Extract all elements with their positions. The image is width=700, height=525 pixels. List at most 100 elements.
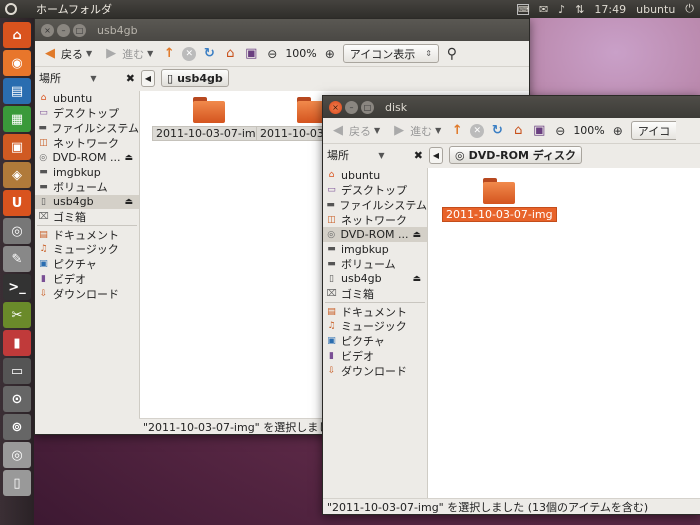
sidebar-item[interactable]: ⌧ ゴミ箱	[323, 286, 427, 301]
view-select[interactable]: アイコン表示 ⇕	[342, 44, 439, 63]
launcher-window-app-icon[interactable]: ▭	[3, 358, 31, 384]
launcher-home-folder-icon[interactable]: ⌂	[3, 22, 31, 48]
power-icon[interactable]: ⏻	[685, 2, 694, 16]
sidebar-item[interactable]: ▤ ドキュメント	[35, 227, 139, 242]
launcher-writer-icon[interactable]: ▤	[3, 78, 31, 104]
view-select[interactable]: アイコ	[630, 121, 677, 140]
maximize-button[interactable]: □	[361, 100, 374, 114]
sidebar-item[interactable]: ◫ ネットワーク	[35, 135, 139, 150]
search-icon[interactable]: ⚲	[444, 46, 460, 62]
forward-button[interactable]: ▶ 進む ▼	[100, 46, 156, 62]
sidebar-item[interactable]: ▯ usb4gb ⏏	[323, 272, 427, 287]
chevron-down-icon[interactable]: ▼	[90, 74, 96, 83]
sidebar-item[interactable]: ▬ ボリューム	[35, 180, 139, 195]
launcher-text-editor-icon[interactable]: ✎	[3, 246, 31, 272]
eject-icon[interactable]: ⏏	[412, 230, 421, 240]
sidebar-item[interactable]: ◎ DVD-ROM ... ⏏	[323, 227, 427, 242]
sidebar-item[interactable]: ⇩ ダウンロード	[323, 363, 427, 378]
home-icon[interactable]: ⌂	[222, 46, 238, 62]
crumb-dvd-rom[interactable]: ◎ DVD-ROM ディスク	[449, 146, 582, 164]
eject-icon[interactable]: ⏏	[124, 153, 133, 163]
launcher-pencils-icon[interactable]: ▮	[3, 330, 31, 356]
ubuntu-logo-icon[interactable]	[0, 0, 22, 18]
sidebar-item[interactable]: ♫ ミュージック	[323, 319, 427, 334]
minimize-button[interactable]: –	[345, 100, 358, 114]
zoom-in-icon[interactable]: ⊕	[610, 123, 626, 139]
sidebar-item[interactable]: ▮ ビデオ	[35, 272, 139, 287]
back-button[interactable]: ◀ 戻る ▼	[327, 123, 383, 139]
zoom-out-icon[interactable]: ⊖	[552, 123, 568, 139]
sidebar-item[interactable]: ⌧ ゴミ箱	[35, 209, 139, 224]
sidebar-title[interactable]: 場所	[39, 70, 61, 86]
sidebar-item[interactable]: ▣ ピクチャ	[323, 334, 427, 349]
titlebar[interactable]: × – □ usb4gb	[35, 19, 529, 41]
launcher-camera-icon[interactable]: ◎	[3, 218, 31, 244]
sidebar-item[interactable]: ▭ デスクトップ	[323, 183, 427, 198]
sidebar-item[interactable]: ◫ ネットワーク	[323, 212, 427, 227]
reload-icon[interactable]: ↻	[489, 123, 505, 139]
close-button[interactable]: ×	[329, 100, 342, 114]
sidebar-item[interactable]: ▭ デスクトップ	[35, 106, 139, 121]
workspace-switcher[interactable]	[660, 471, 690, 495]
sidebar-item[interactable]: ◎ DVD-ROM ... ⏏	[35, 150, 139, 165]
up-arrow-icon[interactable]: ↑	[449, 123, 465, 139]
launcher-software-center-icon[interactable]: ◈	[3, 162, 31, 188]
launcher-tools-icon[interactable]: ✂	[3, 302, 31, 328]
folder-item[interactable]: 2011-10-03-07-img	[152, 97, 267, 141]
sidebar-item[interactable]: ⌂ ubuntu	[35, 91, 139, 106]
clock[interactable]: 17:49	[594, 3, 626, 16]
eject-icon[interactable]: ⏏	[124, 197, 133, 207]
launcher-impress-icon[interactable]: ▣	[3, 134, 31, 160]
sidebar-item[interactable]: ▬ imgbkup	[35, 165, 139, 180]
crumb-left-icon[interactable]: ◀	[429, 146, 443, 164]
launcher-search-app-icon[interactable]: ⊚	[3, 414, 31, 440]
reload-icon[interactable]: ↻	[201, 46, 217, 62]
file-view[interactable]: 2011-10-03-07-img	[427, 168, 700, 514]
keyboard-icon[interactable]: ⌨	[516, 3, 529, 15]
back-button[interactable]: ◀ 戻る ▼	[39, 46, 95, 62]
crumb-left-icon[interactable]: ◀	[141, 69, 155, 87]
stop-icon[interactable]: ✕	[470, 123, 485, 138]
forward-button[interactable]: ▶ 進む ▼	[388, 123, 444, 139]
minimize-button[interactable]: –	[57, 23, 70, 37]
launcher-disc-icon[interactable]: ◎	[3, 442, 31, 468]
zoom-in-icon[interactable]: ⊕	[322, 46, 338, 62]
sidebar-item[interactable]: ▯ usb4gb ⏏	[35, 194, 139, 210]
zoom-out-icon[interactable]: ⊖	[264, 46, 280, 62]
sidebar-item[interactable]: ▬ imgbkup	[323, 242, 427, 257]
sidebar-item[interactable]: ⇩ ダウンロード	[35, 286, 139, 301]
home-icon[interactable]: ⌂	[510, 123, 526, 139]
up-arrow-icon[interactable]: ↑	[161, 46, 177, 62]
eject-icon[interactable]: ⏏	[412, 274, 421, 284]
sidebar-item[interactable]: ♫ ミュージック	[35, 242, 139, 257]
sidebar-item[interactable]: ⌂ ubuntu	[323, 168, 427, 183]
stop-icon[interactable]: ✕	[182, 46, 197, 61]
launcher-zoom-app-icon[interactable]: ⊙	[3, 386, 31, 412]
computer-icon[interactable]: ▣	[531, 123, 547, 139]
folder-item-selected[interactable]: 2011-10-03-07-img	[442, 178, 557, 222]
titlebar[interactable]: × – □ disk	[323, 96, 700, 118]
launcher-terminal-icon[interactable]: >_	[3, 274, 31, 300]
maximize-button[interactable]: □	[73, 23, 86, 37]
sidebar-item[interactable]: ▬ ボリューム	[323, 257, 427, 272]
sidebar-item[interactable]: ▤ ドキュメント	[323, 304, 427, 319]
email-icon[interactable]: ✉	[539, 3, 548, 16]
crumb-usb4gb[interactable]: ▯ usb4gb	[161, 69, 229, 87]
launcher-ubuntu-one-icon[interactable]: U	[3, 190, 31, 216]
network-icon[interactable]: ⇅	[575, 3, 584, 16]
computer-icon[interactable]: ▣	[243, 46, 259, 62]
close-sidebar-icon[interactable]: ✖	[126, 72, 135, 85]
launcher-calc-icon[interactable]: ▦	[3, 106, 31, 132]
close-button[interactable]: ×	[41, 23, 54, 37]
user-menu[interactable]: ubuntu	[636, 3, 675, 16]
sidebar-item[interactable]: ▬ ファイルシステム	[323, 198, 427, 213]
sidebar-item[interactable]: ▬ ファイルシステム	[35, 121, 139, 136]
close-sidebar-icon[interactable]: ✖	[414, 149, 423, 162]
sidebar-item[interactable]: ▮ ビデオ	[323, 349, 427, 364]
sidebar-item[interactable]: ▣ ピクチャ	[35, 257, 139, 272]
sidebar-title[interactable]: 場所	[327, 147, 349, 163]
launcher-firefox-icon[interactable]: ◉	[3, 50, 31, 76]
volume-icon[interactable]: ♪	[558, 3, 565, 16]
launcher-usb-drive-icon[interactable]: ▯	[3, 470, 31, 496]
chevron-down-icon[interactable]: ▼	[378, 151, 384, 160]
